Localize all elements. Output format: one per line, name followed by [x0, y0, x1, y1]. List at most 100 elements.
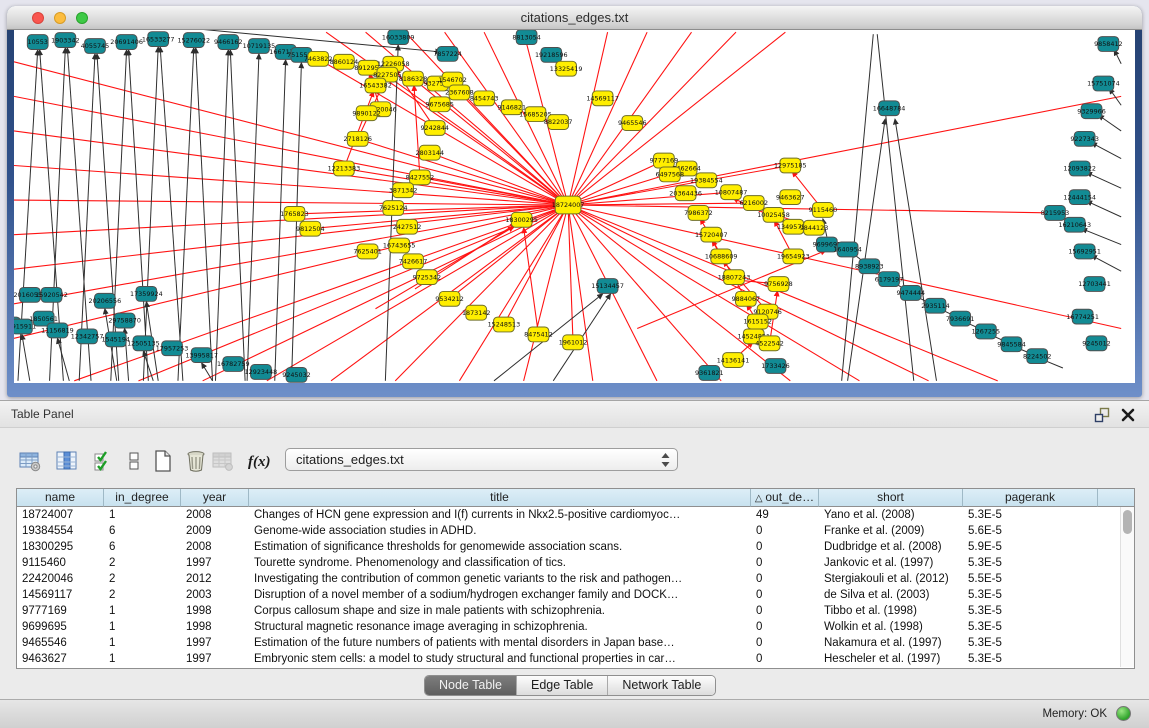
table-cell[interactable]: Genome-wide association studies in ADHD. — [249, 523, 751, 539]
table-cell[interactable]: 1 — [104, 635, 181, 651]
column-header-name[interactable]: name — [17, 489, 104, 507]
table-cell[interactable]: 1 — [104, 507, 181, 523]
table-row[interactable]: 977716911998Corpus callosum shape and si… — [17, 603, 1120, 619]
table-cell[interactable]: 9465546 — [17, 635, 104, 651]
window-titlebar[interactable]: citations_edges.txt — [7, 6, 1142, 30]
table-cell[interactable]: 2008 — [181, 539, 249, 555]
table-cell[interactable]: 9777169 — [17, 603, 104, 619]
graph-edge[interactable] — [14, 200, 568, 205]
graph-node[interactable]: 1961012 — [559, 335, 588, 350]
graph-node[interactable]: 9245032 — [282, 367, 311, 382]
table-cell[interactable]: Dudbridge et al. (2008) — [819, 539, 963, 555]
graph-node[interactable]: 6179197 — [875, 272, 904, 287]
column-header-pagerank[interactable]: pagerank — [963, 489, 1098, 507]
column-header-short[interactable]: short — [819, 489, 963, 507]
table-cell[interactable]: 0 — [751, 539, 819, 555]
graph-node[interactable]: 14136141 — [717, 353, 750, 368]
table-cell[interactable]: 2012 — [181, 571, 249, 587]
table-cell[interactable]: 5.9E-5 — [963, 539, 1098, 555]
table-cell[interactable]: Wolkin et al. (1998) — [819, 619, 963, 635]
table-cell[interactable]: 5.3E-5 — [963, 603, 1098, 619]
table-cell[interactable]: de Silva et al. (2003) — [819, 587, 963, 603]
graph-edge[interactable] — [178, 48, 194, 381]
import-table-icon[interactable] — [211, 449, 235, 473]
graph-node[interactable]: 3871342 — [389, 183, 418, 198]
graph-node[interactable]: 9463627 — [776, 190, 805, 205]
graph-node[interactable]: 8813054 — [512, 30, 541, 45]
table-cell[interactable]: Changes of HCN gene expression and I(f) … — [249, 507, 751, 523]
graph-node[interactable]: 7625401 — [353, 244, 382, 259]
graph-node[interactable]: 7936691 — [946, 311, 975, 326]
graph-node[interactable]: 1903342 — [51, 33, 80, 48]
graph-node[interactable]: 4055745 — [81, 39, 110, 54]
table-cell[interactable]: 0 — [751, 603, 819, 619]
graph-node[interactable]: 15751074 — [1087, 76, 1120, 91]
table-cell[interactable]: 1997 — [181, 635, 249, 651]
graph-node[interactable]: 15248513 — [488, 317, 521, 332]
table-cell[interactable]: 2008 — [181, 507, 249, 523]
graph-node[interactable]: 15134457 — [591, 279, 624, 294]
graph-edge[interactable] — [568, 205, 1121, 328]
table-cell[interactable]: 22420046 — [17, 571, 104, 587]
table-scrollbar-thumb[interactable] — [1123, 510, 1132, 534]
table-cell[interactable]: 0 — [751, 635, 819, 651]
graph-edge[interactable] — [14, 166, 568, 206]
table-cell[interactable]: 0 — [751, 555, 819, 571]
table-cell[interactable]: 6 — [104, 539, 181, 555]
graph-edge[interactable] — [344, 91, 374, 168]
table-cell[interactable]: Hescheler et al. (1997) — [819, 651, 963, 667]
delete-icon[interactable] — [184, 449, 208, 473]
column-header-year[interactable]: year — [181, 489, 249, 507]
graph-node[interactable]: 9115460 — [809, 203, 838, 218]
table-cell[interactable]: 1997 — [181, 555, 249, 571]
table-row[interactable]: 1456911722003Disruption of a novel membe… — [17, 587, 1120, 603]
graph-edge[interactable] — [111, 50, 127, 381]
new-table-icon[interactable] — [151, 449, 175, 473]
function-builder-icon[interactable]: f(x) — [246, 449, 276, 473]
network-canvas[interactable]: 1055319033424055745206914061653327715276… — [14, 30, 1135, 383]
graph-node[interactable]: 9329966 — [1077, 104, 1106, 119]
table-cell[interactable]: Nakamura et al. (1997) — [819, 635, 963, 651]
column-header-out_de[interactable]: △ out_de… — [751, 489, 819, 507]
table-chooser-select[interactable]: citations_edges.txt — [285, 448, 678, 471]
graph-node[interactable]: 16774251 — [1066, 309, 1099, 324]
table-cell[interactable]: 1998 — [181, 619, 249, 635]
graph-edge[interactable] — [1114, 50, 1121, 64]
table-cell[interactable]: 0 — [751, 523, 819, 539]
table-cell[interactable]: Franke et al. (2009) — [819, 523, 963, 539]
graph-node[interactable]: 2427512 — [393, 219, 422, 234]
graph-node[interactable]: 10688609 — [705, 249, 738, 264]
graph-node[interactable]: 20206556 — [89, 293, 122, 308]
graph-node[interactable]: 1545194 — [101, 332, 130, 347]
table-cell[interactable]: 2003 — [181, 587, 249, 603]
table-cell[interactable]: Investigating the contribution of common… — [249, 571, 751, 587]
graph-node[interactable]: 9812504 — [296, 221, 325, 236]
graph-edge[interactable] — [842, 34, 874, 381]
table-cell[interactable]: Stergiakouli et al. (2012) — [819, 571, 963, 587]
table-cell[interactable]: Corpus callosum shape and size in male p… — [249, 603, 751, 619]
table-cell[interactable]: 5.3E-5 — [963, 651, 1098, 667]
graph-node[interactable]: 12975185 — [774, 158, 807, 173]
graph-node[interactable]: 12444154 — [1063, 190, 1096, 205]
table-cell[interactable]: 0 — [751, 587, 819, 603]
table-cell[interactable]: 2 — [104, 571, 181, 587]
graph-node[interactable]: 20691406 — [110, 35, 143, 50]
graph-edge[interactable] — [877, 34, 914, 381]
graph-edge[interactable] — [1087, 172, 1122, 188]
graph-node[interactable]: 9245012 — [1082, 336, 1111, 351]
table-row[interactable]: 969969511998Structural magnetic resonanc… — [17, 619, 1120, 635]
graph-edge[interactable] — [196, 48, 213, 381]
graph-node[interactable]: 1733426 — [761, 359, 790, 374]
graph-node[interactable]: 4522542 — [755, 336, 784, 351]
graph-node[interactable]: 16033809 — [382, 30, 415, 45]
close-panel-icon[interactable] — [1119, 406, 1137, 424]
table-cell[interactable]: 14569117 — [17, 587, 104, 603]
graph-edge[interactable] — [215, 50, 228, 381]
table-row[interactable]: 946362711997Embryonic stem cells: a mode… — [17, 651, 1120, 667]
table-cell[interactable]: 9115460 — [17, 555, 104, 571]
table-cell[interactable]: 0 — [751, 571, 819, 587]
table-cell[interactable]: Tibbo et al. (1998) — [819, 603, 963, 619]
graph-node[interactable]: 8224502 — [1023, 349, 1052, 364]
graph-node[interactable]: 1765823 — [280, 207, 309, 222]
column-header-title[interactable]: title — [249, 489, 751, 507]
